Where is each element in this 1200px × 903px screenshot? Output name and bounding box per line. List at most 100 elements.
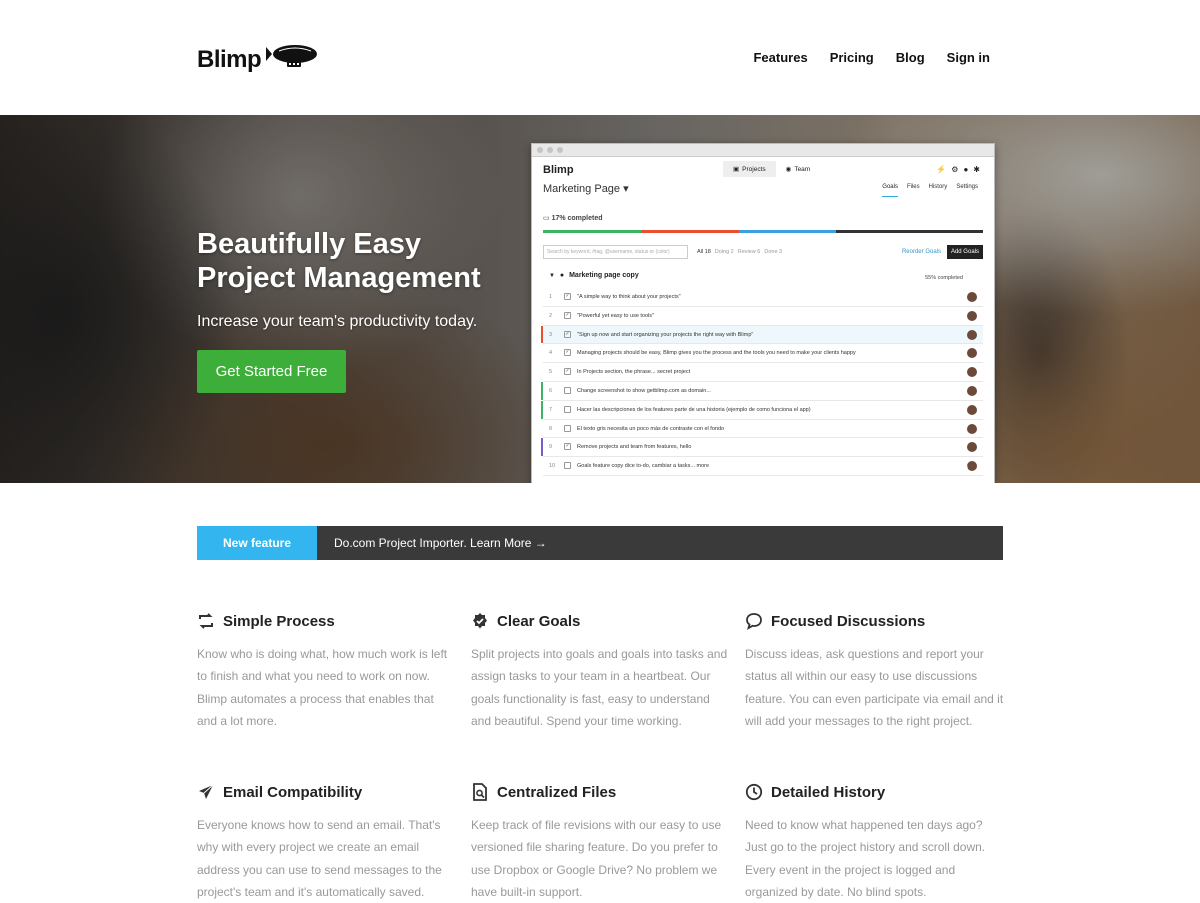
task-checkbox[interactable]: ✓	[564, 368, 571, 376]
task-row[interactable]: 6 Change screenshot to show getblimp.com …	[541, 381, 983, 401]
task-number: 3	[549, 331, 553, 338]
task-list: 1 ✓ "A simple way to think about your proj…	[541, 288, 983, 476]
goals-search-input[interactable]: Search by keyword, #tag, @username, stat…	[543, 245, 688, 259]
avatar	[967, 329, 977, 340]
gear-icon[interactable]: ⚙	[951, 165, 958, 174]
project-tabs: Goals Files History Settings	[882, 184, 978, 197]
bug-icon[interactable]: ✱	[973, 165, 980, 174]
task-color-strip	[541, 420, 543, 438]
app-tab-label: Team	[794, 165, 811, 173]
project-title-text: Marketing Page	[543, 183, 621, 195]
task-text: Managing projects should be easy, Blimp …	[577, 350, 856, 357]
task-checkbox[interactable]: ✓	[564, 293, 571, 300]
carousel-dots	[934, 464, 968, 472]
task-row[interactable]: 9 ✓ Remove projects and team from features…	[541, 438, 983, 458]
project-title[interactable]: Marketing Page ▾	[543, 182, 629, 195]
hero-title-line-2: Project Management	[197, 262, 481, 294]
bolt-icon[interactable]: ⚡	[936, 165, 946, 174]
window-dot	[547, 147, 553, 153]
logo[interactable]: Blimp	[197, 45, 321, 74]
feature-heading: Simple Process	[197, 612, 457, 630]
chevron-down-icon[interactable]: ▼	[549, 273, 555, 279]
task-row[interactable]: 10 Goals feature copy dice to-do, cambiar…	[543, 457, 983, 476]
task-text: "Powerful yet easy to use tools"	[577, 312, 654, 319]
task-row[interactable]: 7 Hacer las descripciones de los features…	[541, 400, 983, 420]
paper-plane-icon	[199, 784, 214, 799]
task-checkbox[interactable]	[564, 405, 571, 413]
refresh-icon	[199, 613, 213, 629]
announcement-link[interactable]: Do.com Project Importer. Learn More →	[317, 526, 1003, 560]
task-checkbox[interactable]: ✓	[564, 311, 571, 319]
avatar	[967, 461, 977, 472]
app-icon-group: ⚡ ⚙ ● ✱	[936, 165, 980, 174]
add-goals-button[interactable]: Add Goals	[946, 245, 983, 259]
status-filters: All 18 Doing 2 Review 6 Done 3	[697, 249, 782, 255]
check-circle-icon: ●	[559, 272, 565, 279]
filter-review[interactable]: Review 6	[738, 249, 761, 255]
task-color-strip	[541, 288, 543, 306]
feature-title: Clear Goals	[497, 612, 581, 630]
app-tabs: ▣ Projects ◉ Team	[723, 161, 820, 177]
goals-toolbar: Search by keyword, #tag, @username, stat…	[543, 245, 983, 261]
site-header: Blimp Features Pricing Blog Sign in	[0, 0, 1200, 115]
nav-sign-in[interactable]: Sign in	[947, 50, 990, 65]
avatar	[967, 292, 977, 302]
project-tab-goals[interactable]: Goals	[882, 184, 898, 197]
avatar	[967, 348, 977, 359]
project-tab-history[interactable]: History	[929, 184, 948, 197]
task-row[interactable]: 1 ✓ "A simple way to think about your proj…	[543, 288, 983, 307]
task-text: "Sign up now and start organizing your p…	[577, 331, 754, 338]
task-color-strip	[541, 363, 543, 381]
task-checkbox[interactable]	[564, 424, 571, 432]
progress-segment	[543, 230, 641, 233]
task-number: 5	[549, 369, 553, 376]
project-header: Marketing Page ▾ Goals Files History Set…	[532, 181, 994, 203]
new-feature-tag: New feature	[197, 526, 317, 560]
app-tab-projects[interactable]: ▣ Projects	[723, 161, 776, 177]
project-tab-files[interactable]: Files	[907, 184, 920, 197]
feature-body: Discuss ideas, ask questions and report …	[745, 647, 1004, 728]
feature-title: Email Compatibility	[223, 783, 363, 801]
project-tab-settings[interactable]: Settings	[956, 184, 978, 197]
task-row[interactable]: 4 ✓ Managing projects should be easy, Blim…	[541, 344, 983, 364]
task-checkbox[interactable]: ✓	[564, 443, 571, 451]
task-text: El texto gris necesita un poco más de co…	[577, 425, 725, 432]
carousel-dot[interactable]	[934, 464, 942, 472]
nav-features[interactable]: Features	[753, 50, 807, 65]
reorder-goals-link[interactable]: Reorder Goals	[902, 249, 941, 255]
task-row[interactable]: 2 ✓ "Powerful yet easy to use tools"	[543, 307, 983, 326]
filter-doing[interactable]: Doing 2	[715, 249, 734, 255]
task-text: Hacer las descripciones de los features …	[577, 406, 811, 413]
task-row[interactable]: 5 ✓ In Projects section, the phrase... sec…	[543, 363, 983, 382]
task-text: Change screenshot to show getblimp.com a…	[577, 387, 711, 394]
progress-segment	[738, 230, 837, 233]
app-tab-team[interactable]: ◉ Team	[776, 161, 821, 177]
carousel-dot[interactable]	[960, 464, 968, 472]
task-checkbox[interactable]	[564, 386, 571, 394]
task-color-strip	[541, 400, 543, 419]
nav-blog[interactable]: Blog	[896, 50, 925, 65]
task-row[interactable]: 3 ✓ "Sign up now and start organizing your…	[541, 325, 983, 345]
feature-title: Simple Process	[223, 612, 335, 630]
main-nav: Features Pricing Blog Sign in	[753, 50, 990, 65]
task-row[interactable]: 8 El texto gris necesita un poco más de c…	[543, 420, 983, 439]
user-icon: ◉	[785, 166, 792, 173]
task-color-strip	[541, 344, 543, 362]
carousel-dot[interactable]	[947, 464, 955, 472]
task-checkbox[interactable]: ✓	[564, 349, 571, 357]
goal-header[interactable]: ▼ ● Marketing page copy 55% completed	[543, 272, 983, 286]
help-icon[interactable]: ●	[963, 165, 968, 174]
get-started-button[interactable]: Get Started Free	[197, 350, 346, 393]
filter-done[interactable]: Done 3	[764, 249, 782, 255]
task-checkbox[interactable]	[564, 462, 571, 470]
chat-bubble-icon	[746, 613, 762, 630]
nav-pricing[interactable]: Pricing	[830, 50, 874, 65]
feature-body: Split projects into goals and goals into…	[471, 647, 728, 728]
feature-detailed-history: Detailed History Need to know what happe…	[745, 783, 1005, 903]
task-checkbox[interactable]: ✓	[564, 330, 571, 338]
task-text: Remove projects and team from features, …	[577, 444, 692, 451]
progress-label: ▭ 17% completed	[543, 215, 603, 222]
hero-subtitle: Increase your team's productivity today.	[197, 313, 478, 330]
filter-all[interactable]: All 18	[697, 249, 711, 255]
task-number: 8	[549, 425, 553, 432]
